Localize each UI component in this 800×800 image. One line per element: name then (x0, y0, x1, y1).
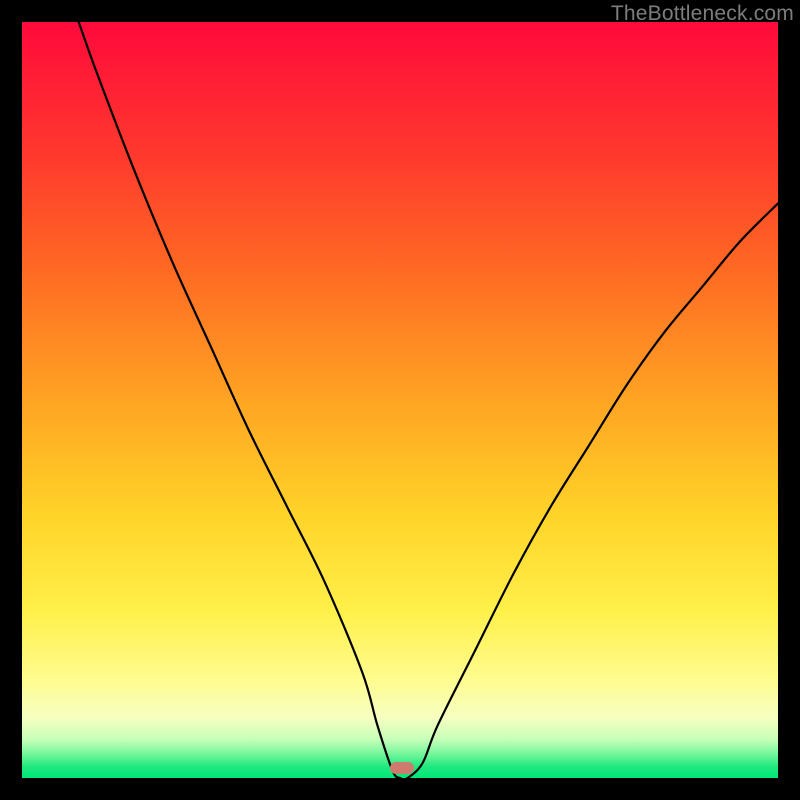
chart-stage: TheBottleneck.com (0, 0, 800, 800)
watermark-text: TheBottleneck.com (611, 2, 794, 26)
curve-svg (22, 22, 778, 778)
plot-area (22, 22, 778, 778)
bottleneck-curve (79, 22, 778, 778)
optimal-point-marker (390, 762, 414, 774)
